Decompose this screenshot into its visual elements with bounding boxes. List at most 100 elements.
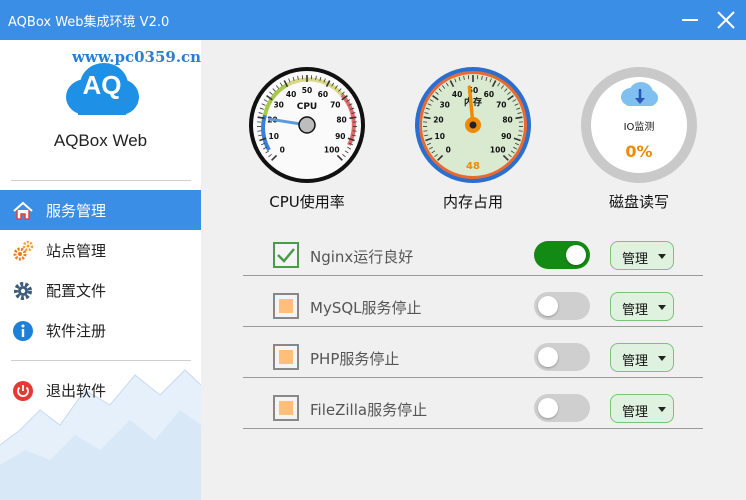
app-logo-text: AQ — [82, 70, 122, 100]
gauge-tick-label: 40 — [286, 90, 296, 99]
toggle-knob — [538, 347, 558, 367]
gauge-tick-label: 90 — [501, 132, 511, 141]
gauge-tick-label: 10 — [434, 132, 444, 141]
service-checkbox[interactable] — [273, 344, 299, 370]
close-icon[interactable] — [713, 8, 739, 32]
cpu-gauge: 0102030405060708090100 CPU — [249, 67, 365, 183]
manage-button-label: 管理 — [622, 252, 649, 267]
app-name: AQBox Web — [53, 131, 148, 150]
row-divider — [243, 377, 703, 378]
checkbox-indeterminate-fill — [279, 401, 293, 415]
gauge-tick-label: 30 — [439, 100, 449, 109]
window-title: AQBox Web集成环境 V2.0 — [8, 15, 170, 30]
row-divider — [243, 326, 703, 327]
manage-dropdown-button[interactable]: 管理 — [610, 343, 674, 372]
memory-gauge: 010203040 50 60708090100 内存 48 — [415, 67, 531, 183]
service-status-label: FileZilla服务停止 — [310, 401, 428, 419]
sidebar-item-label: 站点管理 — [46, 242, 107, 260]
manage-button-label: 管理 — [622, 405, 649, 420]
gear-icon — [14, 282, 32, 300]
sidebar-divider — [11, 180, 191, 181]
gauge-tick-label: 70 — [330, 100, 340, 109]
sidebar-item-service-management[interactable]: 服务管理 — [0, 190, 201, 230]
toggle-knob — [538, 398, 558, 418]
gauge-tick-label: 60 — [318, 90, 328, 99]
disk-io-gauge: IO监测 0% — [581, 67, 697, 183]
service-checkbox[interactable] — [273, 293, 299, 319]
sidebar-divider — [11, 360, 191, 361]
service-row-filezilla: FileZilla服务停止 管理 — [243, 382, 703, 433]
service-status-label: Nginx运行良好 — [310, 248, 414, 266]
cpu-gauge-caption: CPU使用率 — [269, 193, 345, 211]
gauge-tick-label: 60 — [484, 90, 494, 99]
disk-io-gauge-caption: 磁盘读写 — [608, 193, 669, 211]
row-divider — [243, 275, 703, 276]
gauge-tick-label: 80 — [502, 116, 512, 125]
gauge-tick-label: 70 — [496, 100, 506, 109]
memory-gauge-label: 内存 — [464, 96, 482, 108]
sidebar-item-label: 退出软件 — [46, 382, 107, 400]
service-toggle[interactable] — [534, 394, 590, 422]
caret-down-icon — [658, 407, 666, 412]
gauge-tick — [257, 130, 262, 132]
service-row-php: PHP服务停止 管理 — [243, 331, 703, 382]
home-icon — [13, 201, 33, 220]
title-bar: AQBox Web集成环境 V2.0 — [0, 0, 746, 40]
service-status-label: MySQL服务停止 — [310, 299, 422, 317]
gears-icon — [13, 240, 34, 261]
gauge-tick-label: 0 — [446, 146, 451, 155]
gauge-tick — [515, 116, 523, 120]
gauge-tick — [352, 130, 357, 132]
checkbox-indeterminate-fill — [279, 350, 293, 364]
service-row-nginx: Nginx运行良好 管理 — [243, 229, 703, 280]
gauge-tick — [423, 130, 428, 132]
gauge-tick-label: 90 — [335, 132, 345, 141]
gauge-tick — [257, 116, 265, 120]
manage-button-label: 管理 — [622, 303, 649, 318]
gauge-tick — [423, 116, 431, 120]
sidebar-item-config-files[interactable]: 配置文件 — [0, 270, 201, 310]
disk-io-gauge-value: 0% — [625, 142, 652, 161]
gauge-tick-label: 100 — [324, 146, 340, 155]
caret-down-icon — [658, 254, 666, 259]
service-toggle[interactable] — [534, 241, 590, 269]
service-checkbox[interactable] — [273, 242, 299, 268]
gauge-tick-label: 10 — [268, 132, 278, 141]
manage-dropdown-button[interactable]: 管理 — [610, 292, 674, 321]
service-status-label: PHP服务停止 — [310, 350, 400, 368]
gauge-tick — [349, 116, 357, 120]
gauge-tick-label: 80 — [336, 116, 346, 125]
manage-button-label: 管理 — [622, 354, 649, 369]
service-toggle[interactable] — [534, 292, 590, 320]
manage-dropdown-button[interactable]: 管理 — [610, 241, 674, 270]
sidebar: AQ AQBox Web 服务管理 站点管理 配置文件 软件注册 退出软件 — [0, 40, 201, 500]
info-icon — [13, 321, 33, 341]
sidebar-item-label: 配置文件 — [46, 282, 107, 300]
service-toggle[interactable] — [534, 343, 590, 371]
gauge-tick — [518, 130, 523, 132]
service-checkbox[interactable] — [273, 395, 299, 421]
gauge-tick-label: 0 — [280, 146, 285, 155]
sidebar-item-label: 服务管理 — [46, 202, 107, 220]
power-icon — [13, 381, 33, 401]
disk-io-gauge-label: IO监测 — [624, 120, 655, 133]
checkbox-indeterminate-fill — [279, 299, 293, 313]
memory-gauge-caption: 内存占用 — [442, 193, 503, 211]
memory-gauge-value: 48 — [466, 161, 480, 172]
gauge-tick-label: 40 — [452, 90, 462, 99]
row-divider — [243, 428, 703, 429]
sidebar-item-site-management[interactable]: 站点管理 — [0, 230, 201, 270]
toggle-knob — [538, 296, 558, 316]
gauge-tick-label: 30 — [273, 100, 283, 109]
gauge-tick-label: 20 — [433, 116, 443, 125]
checkmark-icon — [277, 248, 295, 263]
manage-dropdown-button[interactable]: 管理 — [610, 394, 674, 423]
toggle-knob — [566, 245, 586, 265]
sidebar-item-software-registration[interactable]: 软件注册 — [0, 310, 201, 350]
gauge-tick-label: 100 — [490, 146, 506, 155]
cpu-gauge-label: CPU — [297, 102, 318, 112]
service-row-mysql: MySQL服务停止 管理 — [243, 280, 703, 331]
caret-down-icon — [658, 305, 666, 310]
minimize-icon[interactable] — [677, 8, 703, 32]
sidebar-item-exit[interactable]: 退出软件 — [0, 370, 201, 410]
